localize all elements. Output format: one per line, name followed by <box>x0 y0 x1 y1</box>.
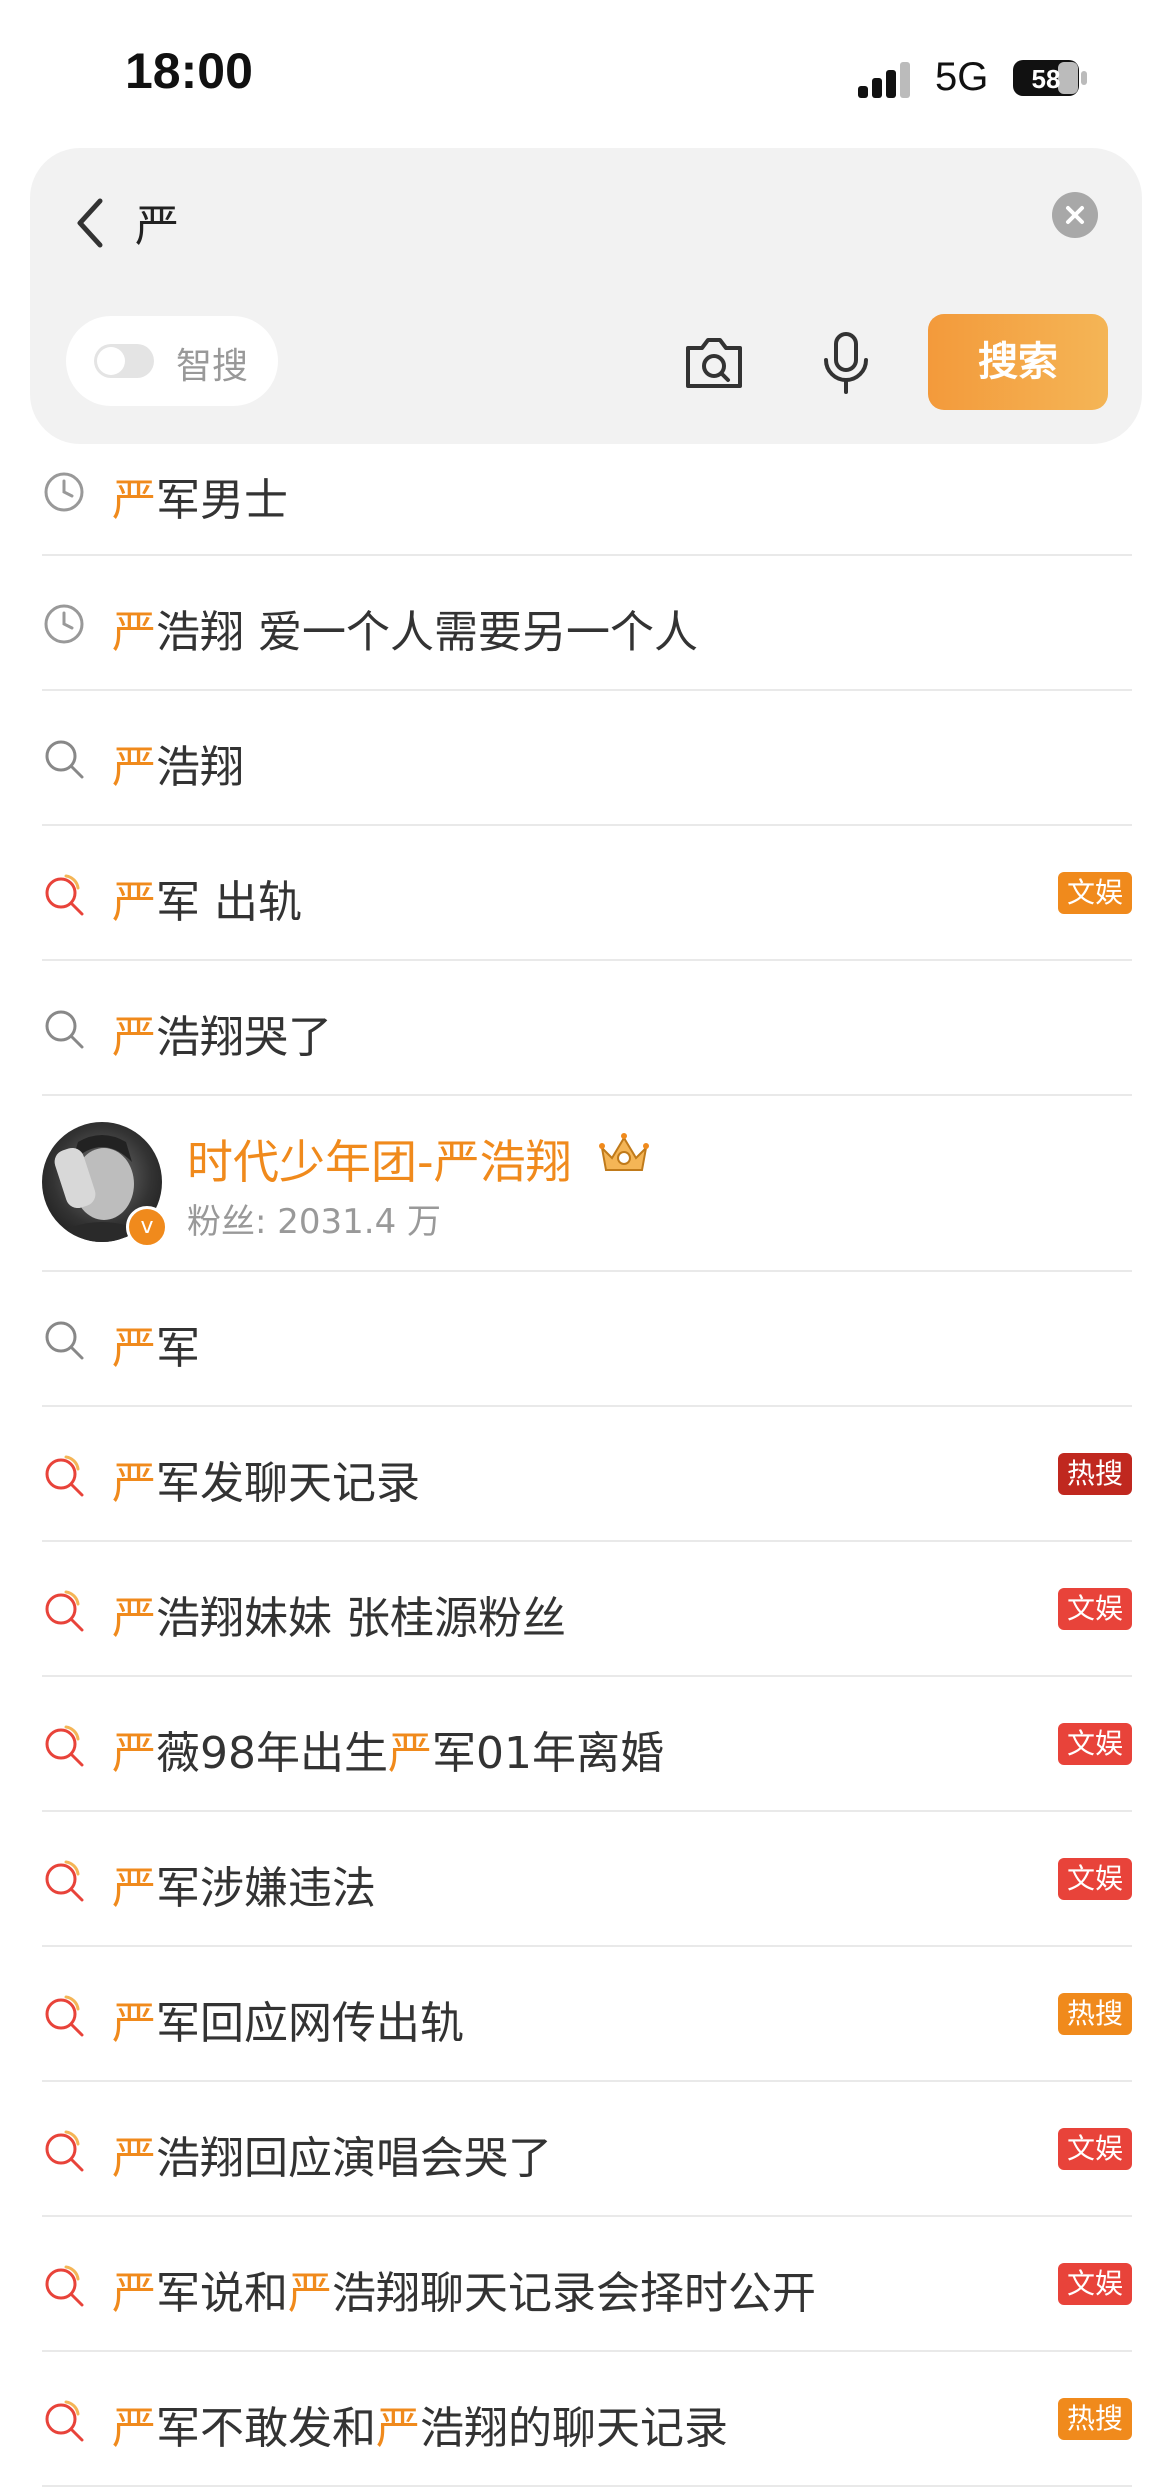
list-item[interactable]: 严军不敢发和严浩翔的聊天记录 热搜 <box>42 2352 1132 2487</box>
suggestion-text: 严薇98年出生严军01年离婚 <box>112 1728 664 1779</box>
suggestion-text: 严浩翔 <box>112 742 244 793</box>
clock-icon <box>44 604 84 644</box>
list-item[interactable]: 严军说和严浩翔聊天记录会择时公开 文娱 <box>42 2217 1132 2352</box>
suggestion-text: 严浩翔回应演唱会哭了 <box>112 2133 552 2184</box>
search-panel: 严 智搜 搜索 <box>30 148 1142 444</box>
clock-icon <box>44 472 84 512</box>
suggestion-text: 严军说和严浩翔聊天记录会择时公开 <box>112 2268 816 2319</box>
smart-search-label: 智搜 <box>176 346 249 387</box>
hot-search-icon <box>45 874 84 916</box>
list-item[interactable]: 严浩翔回应演唱会哭了 文娱 <box>42 2082 1132 2217</box>
suggestion-text: 严军涉嫌违法 <box>112 1863 376 1914</box>
smart-search-toggle[interactable]: 智搜 <box>66 316 278 406</box>
hot-search-icon <box>45 1995 84 2037</box>
hot-search-icon <box>45 2400 84 2442</box>
suggestion-text: 严军男士 <box>112 475 288 526</box>
category-badge: 文娱 <box>1058 2128 1132 2170</box>
category-badge: 文娱 <box>1058 1588 1132 1630</box>
battery-icon: 58 <box>1013 60 1087 96</box>
hot-search-icon <box>45 1590 84 1632</box>
suggestion-text: 严军发聊天记录 <box>112 1458 420 1509</box>
list-item[interactable]: 严浩翔 爱一个人需要另一个人 <box>42 556 1132 691</box>
crown-icon <box>599 1133 649 1171</box>
clear-icon[interactable] <box>1052 192 1098 238</box>
suggestion-text: 严浩翔哭了 <box>112 1012 332 1063</box>
suggestion-text: 严浩翔妹妹 张桂源粉丝 <box>112 1593 566 1644</box>
search-input[interactable]: 严 <box>135 190 179 254</box>
list-item[interactable]: 严浩翔 <box>42 691 1132 826</box>
status-time: 18:00 <box>125 43 253 99</box>
hot-search-icon <box>45 1860 84 1902</box>
user-name: 时代少年团-严浩翔 <box>187 1135 572 1189</box>
list-item[interactable]: 严军 出轨 文娱 <box>42 826 1132 961</box>
category-badge: 文娱 <box>1058 1858 1132 1900</box>
user-card[interactable]: v 时代少年团-严浩翔 粉丝: 2031.4 万 <box>42 1096 1132 1272</box>
list-item[interactable]: 严军涉嫌违法 文娱 <box>42 1812 1132 1947</box>
search-icon <box>45 740 84 779</box>
battery-level: 58 <box>1032 64 1061 94</box>
suggestion-text: 严军回应网传出轨 <box>112 1998 464 2049</box>
category-badge: 热搜 <box>1058 1993 1132 2035</box>
search-icon <box>45 1321 84 1360</box>
follower-count: 粉丝: 2031.4 万 <box>187 1202 442 1242</box>
search-button[interactable]: 搜索 <box>928 314 1108 410</box>
hot-search-icon <box>45 1725 84 1767</box>
toggle-switch[interactable] <box>94 344 154 378</box>
category-badge: 文娱 <box>1058 2263 1132 2305</box>
suggestion-text: 严军不敢发和严浩翔的聊天记录 <box>112 2403 728 2454</box>
signal-icon <box>858 62 910 98</box>
category-badge: 文娱 <box>1058 1723 1132 1765</box>
microphone-icon[interactable] <box>820 332 872 396</box>
suggestion-text: 严浩翔 爱一个人需要另一个人 <box>112 607 698 658</box>
list-item[interactable]: 严薇98年出生严军01年离婚 文娱 <box>42 1677 1132 1812</box>
hot-search-icon <box>45 2130 84 2172</box>
list-item[interactable]: 严浩翔哭了 <box>42 961 1132 1096</box>
verified-badge-icon: v <box>126 1206 168 1248</box>
list-item[interactable]: 严浩翔妹妹 张桂源粉丝 文娱 <box>42 1542 1132 1677</box>
network-label: 5G <box>935 55 989 99</box>
search-icon <box>45 1010 84 1049</box>
category-badge: 热搜 <box>1058 1453 1132 1495</box>
camera-icon[interactable] <box>682 332 746 392</box>
list-item[interactable]: 严军 <box>42 1272 1132 1407</box>
list-item[interactable]: 严军男士 <box>42 444 1132 556</box>
suggestion-text: 严军 <box>112 1323 200 1374</box>
hot-search-icon <box>45 1455 84 1497</box>
category-badge: 热搜 <box>1058 2398 1132 2440</box>
category-badge: 文娱 <box>1058 872 1132 914</box>
list-item[interactable]: 严军回应网传出轨 热搜 <box>42 1947 1132 2082</box>
list-item[interactable]: 严军发聊天记录 热搜 <box>42 1407 1132 1542</box>
back-icon[interactable] <box>70 193 110 253</box>
hot-search-icon <box>45 2265 84 2307</box>
suggestion-text: 严军 出轨 <box>112 877 302 928</box>
status-bar: 18:00 5G 58 <box>0 0 1170 150</box>
